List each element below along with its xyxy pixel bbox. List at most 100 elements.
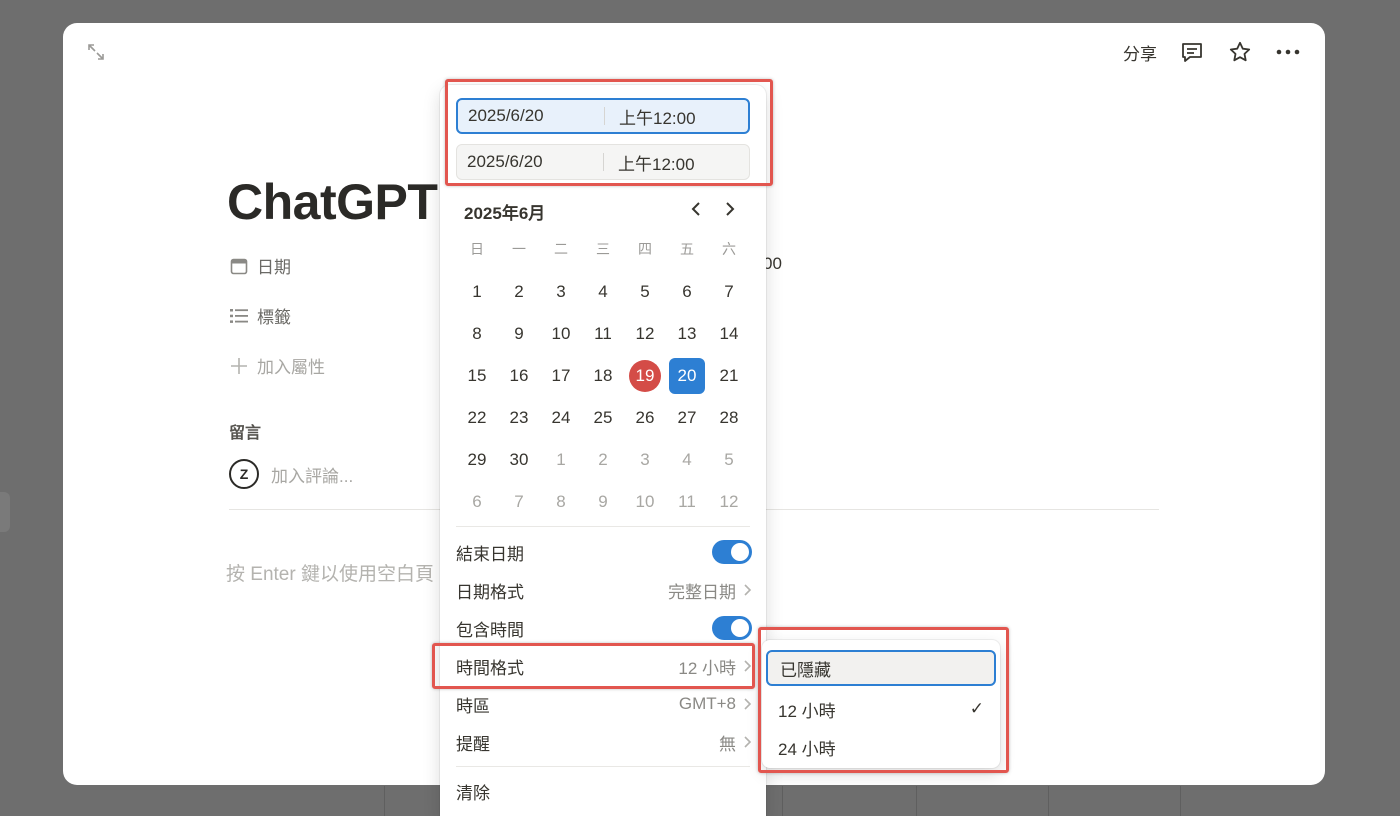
calendar-day[interactable]: 2 (498, 271, 540, 313)
share-button[interactable]: 分享 (1123, 40, 1157, 65)
day-number: 10 (635, 492, 655, 511)
calendar-day[interactable]: 7 (498, 481, 540, 523)
calendar-day[interactable]: 6 (666, 271, 708, 313)
calendar-day[interactable]: 29 (456, 439, 498, 481)
day-number: 7 (724, 282, 734, 301)
calendar-day[interactable]: 1 (540, 439, 582, 481)
calendar-day[interactable]: 5 (708, 439, 750, 481)
calendar-day[interactable]: 10 (624, 481, 666, 523)
chevron-left-icon[interactable] (686, 197, 706, 221)
more-options-icon[interactable] (1275, 39, 1301, 65)
weekday-label: 四 (638, 241, 652, 257)
start-date-input[interactable]: 2025/6/20 上午12:00 (456, 98, 750, 134)
calendar-day[interactable]: 9 (582, 481, 624, 523)
chevron-right-icon[interactable] (720, 197, 740, 221)
selected-day: 20 (669, 358, 705, 394)
calendar-day[interactable]: 2 (582, 439, 624, 481)
chevron-right-icon (744, 660, 752, 672)
day-number: 25 (593, 408, 613, 427)
calendar-day[interactable]: 30 (498, 439, 540, 481)
calendar-day[interactable]: 11 (582, 313, 624, 355)
calendar-day[interactable]: 12 (624, 313, 666, 355)
end-date-toggle[interactable] (712, 540, 752, 564)
plus-icon (229, 356, 249, 376)
comment-input[interactable]: 加入評論... (271, 462, 353, 487)
calendar-day[interactable]: 23 (498, 397, 540, 439)
start-date-field[interactable]: 2025/6/20 (458, 106, 604, 126)
calendar-day[interactable]: 15 (456, 355, 498, 397)
reminder-value: 無 (719, 734, 736, 754)
date-format-row[interactable]: 日期格式 完整日期 (456, 572, 752, 608)
calendar-day[interactable]: 25 (582, 397, 624, 439)
reminder-row[interactable]: 提醒 無 (456, 724, 752, 760)
include-time-toggle-row[interactable]: 包含時間 (456, 610, 752, 646)
calendar-day[interactable]: 18 (582, 355, 624, 397)
time-format-option-12h[interactable]: 12 小時 ✓ (766, 691, 996, 727)
end-date-input[interactable]: 2025/6/20 上午12:00 (456, 144, 750, 180)
comment-input-row[interactable]: Z 加入評論... (229, 459, 353, 489)
calendar-day[interactable]: 10 (540, 313, 582, 355)
list-icon (229, 306, 249, 326)
calendar-day[interactable]: 21 (708, 355, 750, 397)
clear-button[interactable]: 清除 (456, 773, 752, 809)
background-divider (384, 786, 385, 816)
comment-icon[interactable] (1179, 39, 1205, 65)
calendar-day[interactable]: 7 (708, 271, 750, 313)
day-number: 4 (682, 450, 692, 469)
calendar-day[interactable]: 4 (582, 271, 624, 313)
day-number: 3 (556, 282, 566, 301)
day-number: 23 (509, 408, 529, 427)
time-format-option-24h[interactable]: 24 小時 (766, 729, 996, 765)
calendar-day[interactable]: 11 (666, 481, 708, 523)
calendar-day[interactable]: 9 (498, 313, 540, 355)
page-title[interactable]: ChatGPT (227, 173, 438, 231)
calendar-day[interactable]: 14 (708, 313, 750, 355)
comments-heading: 留言 (229, 425, 262, 442)
calendar-day[interactable]: 8 (540, 481, 582, 523)
chevron-right-icon (744, 736, 752, 748)
calendar-day[interactable]: 4 (666, 439, 708, 481)
empty-page-hint[interactable]: 按 Enter 鍵以使用空白頁 (226, 559, 434, 586)
calendar-day[interactable]: 6 (456, 481, 498, 523)
expand-icon[interactable] (87, 43, 105, 61)
calendar-day[interactable]: 26 (624, 397, 666, 439)
day-number: 30 (509, 450, 529, 469)
calendar-day[interactable]: 5 (624, 271, 666, 313)
day-number: 5 (724, 450, 734, 469)
calendar-day[interactable]: 16 (498, 355, 540, 397)
day-number: 9 (598, 492, 608, 511)
day-number: 6 (682, 282, 692, 301)
end-date-toggle-row[interactable]: 結束日期 (456, 534, 752, 570)
calendar-day[interactable]: 12 (708, 481, 750, 523)
calendar-day[interactable]: 1 (456, 271, 498, 313)
add-property-button[interactable]: 加入屬性 (229, 353, 325, 378)
option-label: 24 小時 (778, 739, 836, 759)
day-number: 17 (551, 366, 571, 385)
time-format-option-hidden[interactable]: 已隱藏 (766, 650, 996, 686)
calendar-day[interactable]: 8 (456, 313, 498, 355)
calendar-day[interactable]: 24 (540, 397, 582, 439)
star-icon[interactable] (1227, 39, 1253, 65)
property-date[interactable]: 日期 (229, 253, 291, 278)
calendar-day[interactable]: 3 (624, 439, 666, 481)
include-time-toggle[interactable] (712, 616, 752, 640)
end-time-field[interactable]: 上午12:00 (604, 150, 695, 175)
day-number: 29 (467, 450, 487, 469)
calendar-day[interactable]: 27 (666, 397, 708, 439)
end-date-field[interactable]: 2025/6/20 (457, 152, 603, 172)
time-format-row[interactable]: 時間格式 12 小時 (456, 648, 752, 684)
calendar-day[interactable]: 22 (456, 397, 498, 439)
calendar-grid: 1 2 3 4 5 6 7 8 9 10 11 12 13 14 15 16 17 18 19 20 21 22 23 24 2… (456, 271, 750, 523)
timezone-label: 時區 (456, 696, 490, 716)
calendar-day[interactable]: 28 (708, 397, 750, 439)
calendar-day[interactable]: 19 (624, 355, 666, 397)
calendar-day[interactable]: 13 (666, 313, 708, 355)
day-number: 11 (594, 324, 612, 343)
start-time-field[interactable]: 上午12:00 (605, 104, 696, 129)
calendar-day[interactable]: 3 (540, 271, 582, 313)
property-tags[interactable]: 標籤 (229, 303, 291, 328)
weekday-label: 五 (680, 241, 694, 257)
timezone-row[interactable]: 時區 GMT+8 (456, 686, 752, 722)
calendar-day[interactable]: 20 (666, 355, 708, 397)
calendar-day[interactable]: 17 (540, 355, 582, 397)
